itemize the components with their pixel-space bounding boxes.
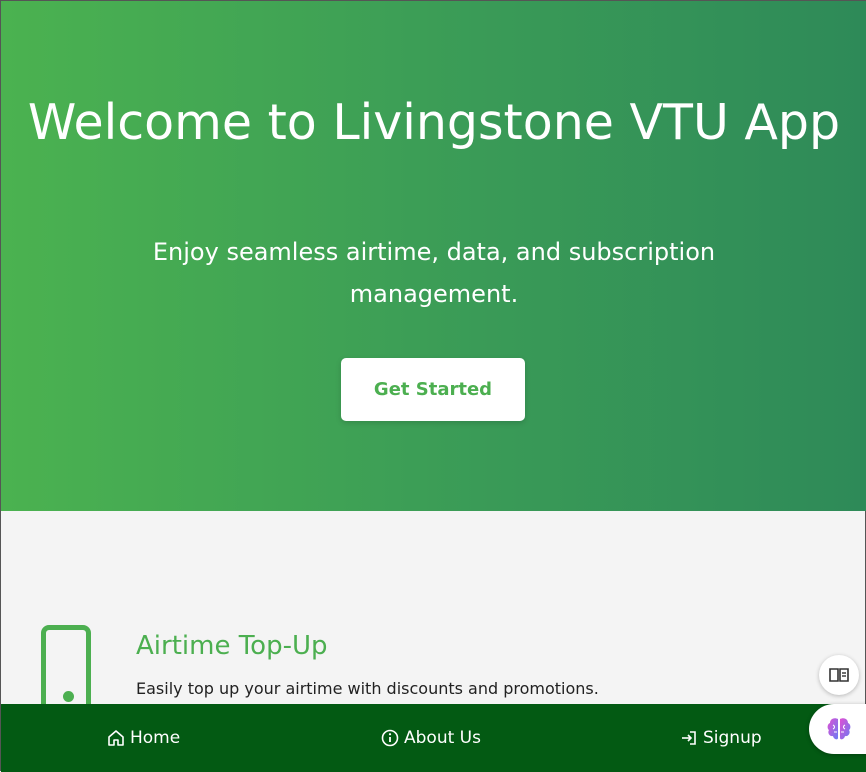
nav-home[interactable]: Home: [107, 704, 180, 772]
assistant-button[interactable]: [809, 704, 866, 754]
nav-home-label: Home: [130, 728, 181, 748]
nav-about-label: About Us: [404, 728, 481, 748]
reader-mode-button[interactable]: [819, 655, 859, 695]
hero-section: Welcome to Livingstone VTU App Enjoy sea…: [1, 1, 866, 511]
info-icon: [381, 729, 399, 747]
hero-title: Welcome to Livingstone VTU App: [27, 94, 841, 151]
feature-title: Airtime Top-Up: [136, 631, 328, 661]
hero-subtitle: Enjoy seamless airtime, data, and subscr…: [152, 238, 716, 308]
open-book-icon: [829, 668, 849, 682]
brain-icon: [827, 718, 851, 740]
nav-signup[interactable]: Signup: [680, 704, 762, 772]
sign-in-icon: [682, 731, 696, 745]
nav-signup-label: Signup: [703, 728, 762, 748]
phone-home-button-dot: [63, 691, 74, 702]
feature-description: Easily top up your airtime with discount…: [136, 679, 599, 698]
bottom-nav: Home About Us Signup: [1, 704, 866, 772]
get-started-button[interactable]: Get Started: [341, 358, 525, 421]
home-icon: [108, 730, 124, 746]
nav-about[interactable]: About Us: [381, 704, 481, 772]
